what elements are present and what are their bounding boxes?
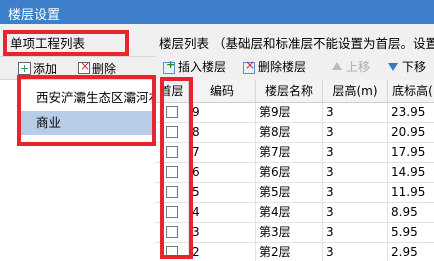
delete-floor-icon bbox=[243, 58, 255, 74]
cell-bottom-elevation[interactable]: 2.95 bbox=[388, 243, 434, 261]
insert-floor-label: 插入楼层 bbox=[178, 60, 227, 74]
cell-floor-height[interactable]: 3 bbox=[323, 183, 388, 202]
delete-floor-label: 删除楼层 bbox=[258, 60, 307, 74]
cell-floor-height[interactable]: 3 bbox=[323, 143, 388, 162]
window-title: 楼层设置 bbox=[8, 8, 61, 23]
table-row[interactable]: 4 第4层 3 8.95 bbox=[155, 203, 434, 223]
cell-bottom-elevation[interactable]: 11.95 bbox=[388, 183, 434, 202]
cell-code[interactable]: 6 bbox=[189, 163, 256, 182]
insert-floor-button[interactable]: 插入楼层 bbox=[163, 58, 226, 75]
floor-table: 首层 编码 楼层名称 层高(m) 底标高( 9 第9层 3 23.95 8 第8层 3 20.… bbox=[155, 80, 434, 261]
cell-code[interactable]: 4 bbox=[189, 203, 256, 222]
insert-floor-icon bbox=[163, 58, 175, 74]
floor-list-heading: 楼层列表 （基础层和标准层不能设置为首层。设置首 bbox=[159, 36, 434, 51]
add-icon bbox=[18, 61, 31, 75]
window-titlebar: 楼层设置 bbox=[0, 0, 434, 24]
move-up-label: 上移 bbox=[346, 60, 371, 74]
table-row[interactable]: 9 第9层 3 23.95 bbox=[155, 103, 434, 123]
floor-panel: 楼层列表 （基础层和标准层不能设置为首层。设置首 插入楼层 删除楼层 上移 下移… bbox=[155, 24, 434, 261]
cell-code[interactable]: 7 bbox=[189, 143, 256, 162]
table-row[interactable]: 3 第3层 3 5.95 bbox=[155, 223, 434, 243]
cell-floor-name[interactable]: 第3层 bbox=[256, 223, 323, 242]
add-label: 添加 bbox=[33, 61, 58, 76]
move-up-button[interactable]: 上移 bbox=[331, 58, 370, 75]
cell-floor-height[interactable]: 3 bbox=[323, 203, 388, 222]
delete-label: 删除 bbox=[92, 61, 117, 76]
cell-floor-name[interactable]: 第6层 bbox=[256, 163, 323, 182]
cell-floor-name[interactable]: 第8层 bbox=[256, 123, 323, 142]
cell-code[interactable]: 3 bbox=[189, 223, 256, 242]
col-floor-height[interactable]: 层高(m) bbox=[323, 80, 388, 102]
floor-toolbar: 插入楼层 删除楼层 上移 下移 bbox=[155, 55, 434, 79]
cell-bottom-elevation[interactable]: 14.95 bbox=[388, 163, 434, 182]
cell-floor-name[interactable]: 第4层 bbox=[256, 203, 323, 222]
cell-floor-height[interactable]: 3 bbox=[323, 243, 388, 261]
cell-floor-height[interactable]: 3 bbox=[323, 123, 388, 142]
cell-floor-name[interactable]: 第7层 bbox=[256, 143, 323, 162]
cell-floor-height[interactable]: 3 bbox=[323, 223, 388, 242]
table-row[interactable]: 7 第7层 3 17.95 bbox=[155, 143, 434, 163]
highlight-box-first-floor bbox=[160, 77, 193, 259]
delete-icon bbox=[78, 59, 90, 74]
col-floor-name[interactable]: 楼层名称 bbox=[256, 80, 323, 102]
delete-floor-button[interactable]: 删除楼层 bbox=[243, 58, 306, 75]
floor-table-header: 首层 编码 楼层名称 层高(m) 底标高( bbox=[155, 80, 434, 103]
cell-code[interactable]: 5 bbox=[189, 183, 256, 202]
cell-floor-height[interactable]: 3 bbox=[323, 163, 388, 182]
col-code[interactable]: 编码 bbox=[189, 80, 256, 102]
cell-bottom-elevation[interactable]: 17.95 bbox=[388, 143, 434, 162]
cell-bottom-elevation[interactable]: 20.95 bbox=[388, 123, 434, 142]
arrow-down-icon bbox=[387, 61, 399, 73]
table-row[interactable]: 5 第5层 3 11.95 bbox=[155, 183, 434, 203]
move-down-button[interactable]: 下移 bbox=[387, 58, 426, 75]
cell-code[interactable]: 8 bbox=[189, 123, 256, 142]
move-down-label: 下移 bbox=[402, 60, 427, 74]
cell-bottom-elevation[interactable]: 8.95 bbox=[388, 203, 434, 222]
highlight-box-projects bbox=[17, 75, 156, 146]
cell-code[interactable]: 9 bbox=[189, 103, 256, 122]
cell-floor-name[interactable]: 第9层 bbox=[256, 103, 323, 122]
cell-floor-height[interactable]: 3 bbox=[323, 103, 388, 122]
cell-floor-name[interactable]: 第5层 bbox=[256, 183, 323, 202]
cell-floor-name[interactable]: 第2层 bbox=[256, 243, 323, 261]
cell-bottom-elevation[interactable]: 23.95 bbox=[388, 103, 434, 122]
table-row[interactable]: 6 第6层 3 14.95 bbox=[155, 163, 434, 183]
arrow-up-icon bbox=[331, 61, 343, 73]
table-row[interactable]: 8 第8层 3 20.95 bbox=[155, 123, 434, 143]
table-row[interactable]: 2 第2层 3 2.95 bbox=[155, 243, 434, 261]
highlight-box-heading bbox=[3, 30, 129, 56]
cell-bottom-elevation[interactable]: 5.95 bbox=[388, 223, 434, 242]
cell-code[interactable]: 2 bbox=[189, 243, 256, 261]
col-bottom-elevation[interactable]: 底标高( bbox=[388, 80, 434, 102]
